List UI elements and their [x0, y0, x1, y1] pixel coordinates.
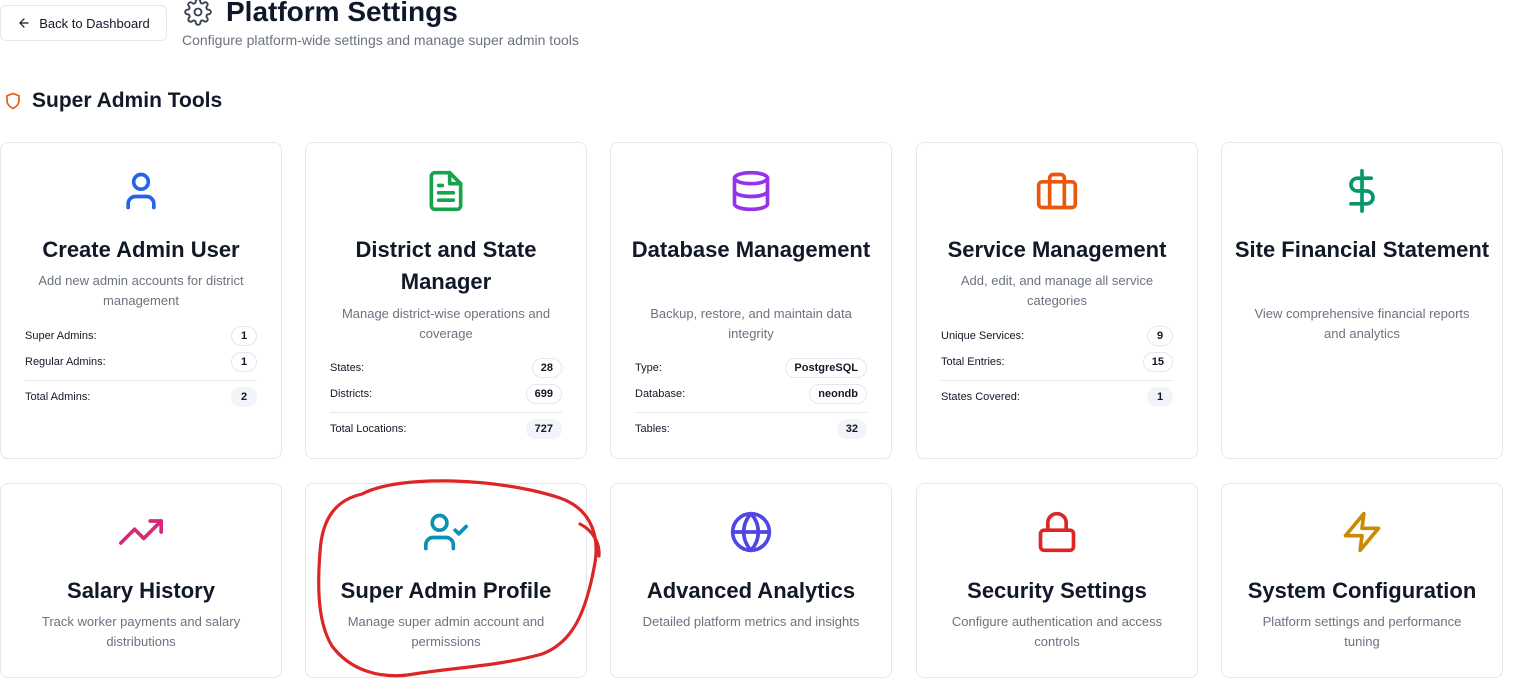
card-district-state-manager[interactable]: District and State Manager Manage distri… — [305, 142, 587, 459]
stat-row: Regular Admins: 1 — [25, 349, 257, 375]
stat-label: Total Admins: — [25, 391, 91, 403]
card-description: Platform settings and performance tuning — [1262, 614, 1462, 649]
card-title: System Configuration — [1247, 578, 1477, 603]
title-block: Platform Settings Configure platform-wid… — [182, 0, 579, 48]
card-stats: Type: PostgreSQL Database: neondb Tables: 3… — [635, 355, 867, 443]
card-stats: Super Admins: 1 Regular Admins: 1 Total Ad… — [25, 323, 257, 411]
stat-label: Unique Services: — [941, 330, 1025, 342]
stat-row: Type: PostgreSQL — [635, 355, 867, 381]
stat-row-total: Total Admins: 2 — [25, 380, 257, 411]
stat-label: Type: — [635, 362, 662, 374]
card-description: Configure authentication and access cont… — [951, 614, 1163, 649]
stat-badge: 15 — [1142, 352, 1173, 372]
stat-label: States Covered: — [941, 391, 1020, 403]
section-title-text: Super Admin Tools — [32, 89, 223, 112]
stat-label: Super Admins: — [25, 330, 97, 342]
zap-icon — [1343, 511, 1381, 553]
stat-row-total: Tables: 32 — [635, 412, 867, 443]
card-title: Advanced Analytics — [646, 578, 856, 603]
card-salary-history[interactable]: Salary History Track worker payments and… — [0, 483, 282, 678]
card-description: Track worker payments and salary distrib… — [41, 614, 241, 649]
stat-label: Regular Admins: — [25, 356, 106, 368]
back-to-dashboard-button[interactable]: Back to Dashboard — [0, 5, 167, 41]
stat-row: Total Entries: 15 — [941, 349, 1173, 375]
card-description: Backup, restore, and maintain data integ… — [650, 306, 852, 341]
card-description: View comprehensive financial reports and… — [1254, 306, 1470, 341]
dollar-sign-icon — [1349, 169, 1375, 213]
user-check-icon — [424, 513, 468, 551]
card-service-management[interactable]: Service Management Add, edit, and manage… — [916, 142, 1198, 459]
card-title: District and State Manager — [355, 237, 537, 294]
stat-badge: neondb — [809, 384, 867, 404]
card-title: Database Management — [631, 237, 871, 262]
top-bar: Back to Dashboard Platform Settings Conf… — [0, 0, 1534, 60]
card-advanced-analytics[interactable]: Advanced Analytics Detailed platform met… — [610, 483, 892, 678]
stat-badge: 1 — [231, 352, 257, 372]
stat-badge: 1 — [231, 326, 257, 346]
card-title: Create Admin User — [42, 237, 240, 262]
card-title: Super Admin Profile — [340, 578, 552, 603]
card-title: Service Management — [947, 237, 1167, 262]
globe-icon — [730, 511, 772, 553]
section-title: Super Admin Tools — [4, 89, 222, 113]
database-icon — [732, 170, 770, 212]
card-super-admin-profile[interactable]: Super Admin Profile Manage super admin a… — [305, 483, 587, 678]
stat-row-total: Total Locations: 727 — [330, 412, 562, 443]
card-description: Add new admin accounts for district mana… — [38, 273, 244, 308]
page-title: Platform Settings — [226, 0, 458, 27]
arrow-left-icon — [19, 18, 29, 28]
file-text-icon — [429, 170, 463, 212]
user-icon — [126, 172, 156, 210]
card-stats: Unique Services: 9 Total Entries: 15 State… — [941, 323, 1173, 411]
card-stats: States: 28 Districts: 699 Total Locations:… — [330, 355, 562, 443]
card-system-configuration[interactable]: System Configuration Platform settings a… — [1221, 483, 1503, 678]
stat-row: Districts: 699 — [330, 381, 562, 407]
shield-icon — [6, 92, 20, 110]
stat-badge: PostgreSQL — [785, 358, 867, 378]
card-security-settings[interactable]: Security Settings Configure authenticati… — [916, 483, 1198, 678]
stat-badge: 28 — [531, 358, 562, 378]
card-description: Manage super admin account and permissio… — [347, 614, 545, 649]
stat-label: Total Entries: — [941, 356, 1005, 368]
card-title: Security Settings — [967, 578, 1147, 603]
card-description: Detailed platform metrics and insights — [642, 614, 860, 629]
card-database-management[interactable]: Database Management Backup, restore, and… — [610, 142, 892, 459]
stat-row: States: 28 — [330, 355, 562, 381]
stat-row-total: States Covered: 1 — [941, 380, 1173, 411]
stat-row: Unique Services: 9 — [941, 323, 1173, 349]
stat-badge: 1 — [1147, 387, 1173, 407]
gear-icon — [184, 0, 212, 26]
stat-label: States: — [330, 362, 365, 374]
back-button-label: Back to Dashboard — [39, 15, 150, 31]
card-create-admin-user[interactable]: Create Admin User Add new admin accounts… — [0, 142, 282, 459]
trending-up-icon — [119, 519, 163, 545]
stat-badge: 2 — [231, 387, 257, 407]
stat-label: Total Locations: — [330, 423, 407, 435]
stat-label: Tables: — [635, 423, 670, 435]
card-description: Manage district-wise operations and cove… — [341, 306, 551, 341]
stat-badge: 699 — [525, 384, 562, 404]
briefcase-icon — [1036, 172, 1078, 210]
stat-badge: 9 — [1147, 326, 1173, 346]
lock-icon — [1038, 511, 1076, 553]
card-description: Add, edit, and manage all service catego… — [960, 273, 1154, 308]
stat-badge: 32 — [836, 419, 867, 439]
stat-row: Database: neondb — [635, 381, 867, 407]
stat-row: Super Admins: 1 — [25, 323, 257, 349]
page-subtitle: Configure platform-wide settings and man… — [182, 32, 579, 48]
card-title: Site Financial Statement — [1234, 237, 1490, 262]
card-site-financial-statement[interactable]: Site Financial Statement View comprehens… — [1221, 142, 1503, 459]
stat-badge: 727 — [525, 419, 562, 439]
stat-label: Districts: — [330, 388, 373, 400]
stat-label: Database: — [635, 388, 686, 400]
card-title: Salary History — [67, 578, 215, 603]
